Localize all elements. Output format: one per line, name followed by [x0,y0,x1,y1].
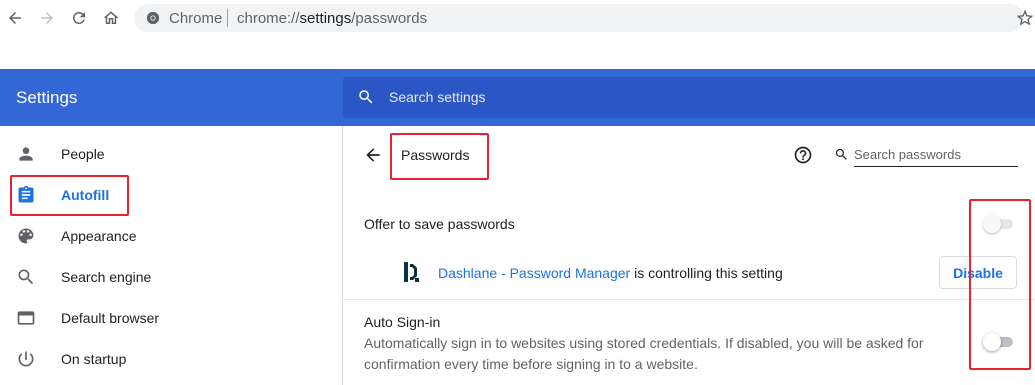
forward-button[interactable] [35,6,59,30]
palette-icon [18,228,34,244]
settings-sidebar: People Autofill Appearance Search engine… [0,126,342,385]
dashlane-icon [404,262,419,282]
title-highlight-box [390,133,489,180]
power-icon [18,351,34,367]
search-icon [18,269,34,285]
url-text: chrome://settings/passwords [237,10,427,27]
sidebar-item-label: Appearance [61,228,137,244]
sidebar-item-label: On startup [61,351,127,367]
autofill-highlight-box [10,175,129,216]
passwords-panel: Passwords Offer to save passwords Dashla… [342,126,1035,385]
toggles-highlight-box [969,199,1031,370]
sidebar-item-on-startup[interactable]: On startup [0,339,342,380]
extension-control-suffix: is controlling this setting [630,265,783,281]
dashlane-extension-link[interactable]: Dashlane - Password Manager [438,265,630,281]
star-icon[interactable] [1015,8,1035,28]
sidebar-item-search-engine[interactable]: Search engine [0,257,342,298]
reload-button[interactable] [67,6,91,30]
url-path: /passwords [351,10,428,27]
back-button[interactable] [3,6,27,30]
settings-header: Settings Search settings [0,69,1035,126]
arrow-right-icon [41,12,53,24]
person-icon [19,147,33,161]
chrome-icon [146,11,160,25]
omnibox-separator [227,9,228,27]
divider [343,299,1035,300]
browser-toolbar: Chrome chrome://settings/passwords [0,0,1035,36]
search-settings-input[interactable]: Search settings [343,77,1035,118]
offer-to-save-label: Offer to save passwords [364,216,515,232]
reload-icon [72,11,85,24]
browser-window-icon [17,311,35,325]
sidebar-item-appearance[interactable]: Appearance [0,216,342,257]
sidebar-item-label: Search engine [61,269,152,285]
url-host: settings [299,10,352,27]
address-bar[interactable]: Chrome chrome://settings/passwords [134,4,1024,32]
search-icon [835,148,847,160]
search-icon [359,90,373,104]
home-button[interactable] [99,6,123,30]
sidebar-item-label: People [61,146,105,162]
search-settings-placeholder: Search settings [389,89,486,105]
sidebar-item-label: Default browser [61,310,160,326]
sidebar-item-people[interactable]: People [0,134,342,175]
settings-title: Settings [16,88,78,107]
omnibox-chrome-label: Chrome [169,10,223,27]
help-icon[interactable] [793,145,813,165]
url-scheme: chrome:// [237,10,300,27]
arrow-left-icon [9,12,21,24]
sidebar-item-default-browser[interactable]: Default browser [0,298,342,339]
home-icon [103,11,119,24]
extension-control-text: Dashlane - Password Manager is controlli… [438,265,783,281]
auto-signin-description: Automatically sign in to websites using … [364,335,924,372]
auto-signin-label: Auto Sign-in [364,314,441,330]
back-arrow-icon[interactable] [363,145,383,165]
search-passwords-input[interactable] [854,143,1018,167]
